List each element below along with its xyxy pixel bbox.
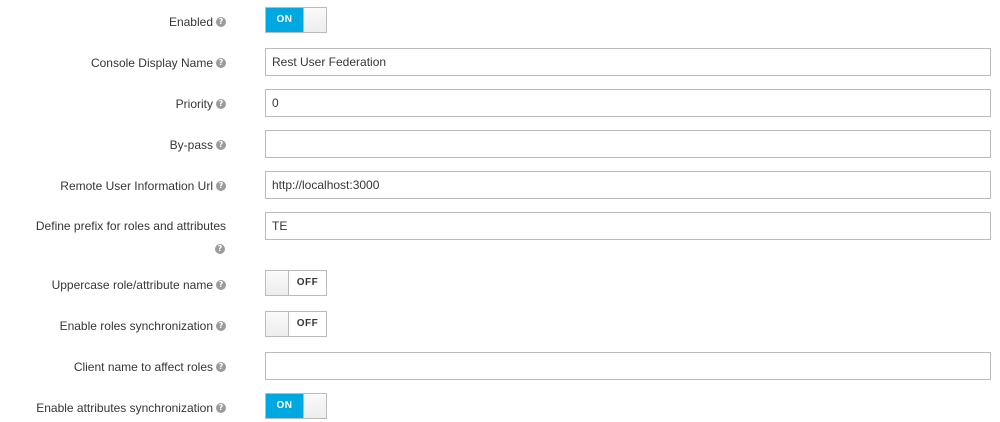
switch-on-label: ON bbox=[266, 394, 303, 418]
priority-label: Priority? bbox=[176, 89, 226, 117]
help-icon[interactable]: ? bbox=[216, 180, 226, 191]
help-icon[interactable]: ? bbox=[216, 98, 226, 109]
enabled-label: Enabled? bbox=[169, 7, 226, 35]
console-display-name-input[interactable]: Rest User Federation bbox=[265, 48, 991, 76]
uppercase-name-row: Uppercase role/attribute name? OFF bbox=[0, 270, 1000, 298]
help-icon[interactable]: ? bbox=[216, 57, 226, 68]
help-icon[interactable]: ? bbox=[216, 361, 226, 372]
define-prefix-input[interactable]: TE bbox=[265, 212, 991, 240]
enable-attributes-sync-switch[interactable]: ON bbox=[265, 393, 327, 419]
switch-knob bbox=[303, 394, 326, 418]
enable-roles-sync-switch[interactable]: OFF bbox=[265, 311, 327, 337]
enable-attributes-sync-row: Enable attributes synchronization? ON bbox=[0, 393, 1000, 421]
remote-user-info-url-row: Remote User Information Url? http://loca… bbox=[0, 171, 1000, 199]
define-prefix-row: Define prefix for roles and attributes ?… bbox=[0, 212, 1000, 258]
by-pass-input[interactable] bbox=[265, 130, 991, 158]
help-icon[interactable]: ? bbox=[216, 320, 226, 331]
help-icon[interactable]: ? bbox=[215, 243, 225, 254]
define-prefix-label: Define prefix for roles and attributes ? bbox=[35, 219, 226, 254]
enable-roles-sync-row: Enable roles synchronization? OFF bbox=[0, 311, 1000, 339]
help-icon[interactable]: ? bbox=[216, 279, 226, 290]
client-name-roles-row: Client name to affect roles? bbox=[0, 352, 1000, 380]
switch-off-label: OFF bbox=[289, 271, 326, 295]
help-icon[interactable]: ? bbox=[216, 402, 226, 413]
enable-roles-sync-label: Enable roles synchronization? bbox=[60, 311, 226, 339]
by-pass-row: By-pass? bbox=[0, 130, 1000, 158]
enabled-switch[interactable]: ON bbox=[265, 7, 327, 33]
uppercase-name-label: Uppercase role/attribute name? bbox=[52, 270, 226, 298]
remote-user-info-url-label: Remote User Information Url? bbox=[60, 171, 226, 199]
remote-user-info-url-input[interactable]: http://localhost:3000 bbox=[265, 171, 991, 199]
priority-input[interactable]: 0 bbox=[265, 89, 991, 117]
switch-off-label: OFF bbox=[289, 312, 326, 336]
console-display-name-label: Console Display Name? bbox=[91, 48, 226, 76]
by-pass-label: By-pass? bbox=[170, 130, 226, 158]
help-icon[interactable]: ? bbox=[216, 16, 226, 27]
switch-knob bbox=[266, 312, 289, 336]
priority-row: Priority? 0 bbox=[0, 89, 1000, 117]
uppercase-name-switch[interactable]: OFF bbox=[265, 270, 327, 296]
enabled-row: Enabled? ON bbox=[0, 7, 1000, 35]
switch-knob bbox=[266, 271, 289, 295]
help-icon[interactable]: ? bbox=[216, 139, 226, 150]
console-display-name-row: Console Display Name? Rest User Federati… bbox=[0, 48, 1000, 76]
client-name-roles-input[interactable] bbox=[265, 352, 991, 380]
client-name-roles-label: Client name to affect roles? bbox=[74, 352, 226, 380]
switch-on-label: ON bbox=[266, 8, 303, 32]
switch-knob bbox=[303, 8, 326, 32]
enable-attributes-sync-label: Enable attributes synchronization? bbox=[36, 393, 226, 421]
